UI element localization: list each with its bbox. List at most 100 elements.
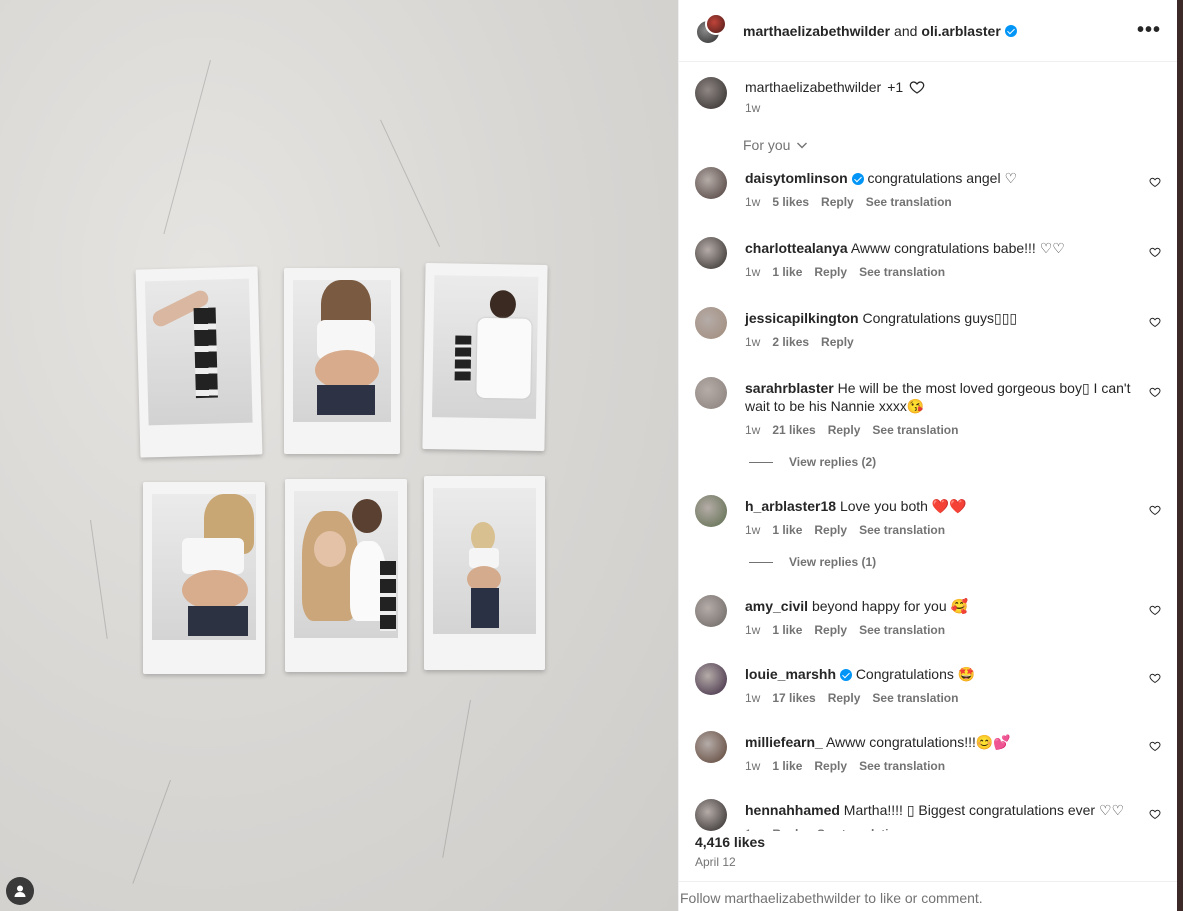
post-header: marthaelizabethwilder and oli.arblaster …: [679, 0, 1177, 62]
comment-likes[interactable]: 2 likes: [772, 335, 809, 349]
polaroid-3: [422, 262, 548, 452]
avatar[interactable]: [695, 731, 727, 763]
comment-likes[interactable]: 21 likes: [772, 423, 815, 437]
reply-button[interactable]: Reply: [772, 827, 805, 831]
comment-likes[interactable]: 1 like: [772, 623, 802, 637]
post-date[interactable]: April 12: [695, 855, 736, 869]
collab-avatars[interactable]: [695, 12, 727, 47]
comment-sort-dropdown[interactable]: For you: [743, 137, 1161, 153]
verified-badge-icon: [839, 669, 852, 682]
comment-username[interactable]: milliefearn_: [745, 734, 823, 750]
caption: marthaelizabethwilder +1 1w: [695, 77, 1161, 115]
avatar[interactable]: [695, 167, 727, 199]
like-comment-heart-icon[interactable]: [1149, 176, 1161, 188]
polaroid-5: [285, 479, 407, 672]
see-translation-button[interactable]: See translation: [859, 523, 945, 537]
like-comment-heart-icon[interactable]: [1149, 246, 1161, 258]
comment-text: beyond happy for you 🥰: [811, 598, 968, 614]
reply-button[interactable]: Reply: [828, 423, 861, 437]
avatar[interactable]: [695, 595, 727, 627]
view-replies-label[interactable]: View replies (1): [789, 555, 876, 569]
comments-container: daisytomlinson congratulations angel ♡ 1w…: [695, 167, 1161, 831]
background-edge: [1177, 0, 1183, 911]
heart-outline-icon: [909, 81, 925, 94]
reply-button[interactable]: Reply: [814, 523, 847, 537]
person-icon: [14, 885, 26, 897]
comment-username[interactable]: amy_civil: [745, 598, 808, 614]
comment-item: amy_civil beyond happy for you 🥰 1w 1 like…: [695, 595, 1161, 637]
comment-time: 1w: [745, 827, 760, 831]
comment-item: hennahhamed Martha!!!! ▯ Biggest congrat…: [695, 799, 1161, 831]
comment-time: 1w: [745, 335, 761, 349]
comment-username[interactable]: daisytomlinson: [745, 170, 848, 186]
see-translation-button[interactable]: See translation: [872, 691, 958, 705]
avatar[interactable]: [695, 495, 727, 527]
like-comment-heart-icon[interactable]: [1149, 386, 1161, 398]
author-2-link[interactable]: oli.arblaster: [921, 23, 1000, 39]
avatar[interactable]: [695, 663, 727, 695]
see-translation-button[interactable]: See translation: [872, 423, 958, 437]
avatar[interactable]: [695, 377, 727, 409]
reply-button[interactable]: Reply: [814, 623, 847, 637]
comment-username[interactable]: hennahhamed: [745, 802, 840, 818]
reply-button[interactable]: Reply: [814, 265, 847, 279]
comment-text: Awww congratulations babe!!! ♡♡: [850, 240, 1065, 256]
like-comment-heart-icon[interactable]: [1149, 504, 1161, 516]
authors-conjunction: and: [894, 22, 918, 39]
comment-text: Awww congratulations!!!😊💕: [825, 734, 1011, 750]
like-comment-heart-icon[interactable]: [1149, 316, 1161, 328]
comments-panel: marthaelizabethwilder and oli.arblaster …: [678, 0, 1177, 911]
comment-likes[interactable]: 5 likes: [772, 195, 809, 209]
post-authors: marthaelizabethwilder and oli.arblaster: [743, 23, 1137, 39]
comment-time: 1w: [745, 759, 761, 773]
comment-time: 1w: [745, 623, 761, 637]
avatar[interactable]: [695, 237, 727, 269]
comment-username[interactable]: sarahrblaster: [745, 380, 834, 396]
likes-count[interactable]: 4,416 likes: [695, 834, 765, 850]
comment-likes[interactable]: 1 like: [772, 523, 802, 537]
post-photo[interactable]: [0, 0, 678, 911]
comment-username[interactable]: h_arblaster18: [745, 498, 836, 514]
see-translation-button[interactable]: See translation: [859, 623, 945, 637]
see-translation-button[interactable]: See translation: [866, 195, 952, 209]
replies-divider: [749, 461, 773, 463]
comment-text: Martha!!!! ▯ Biggest congratulations eve…: [843, 802, 1125, 818]
comment-item: h_arblaster18 Love you both ❤️❤️ 1w 1 like…: [695, 495, 1161, 537]
reply-button[interactable]: Reply: [821, 335, 854, 349]
comment-username[interactable]: louie_marshh: [745, 666, 836, 682]
comment-time: 1w: [745, 265, 761, 279]
like-comment-heart-icon[interactable]: [1149, 808, 1161, 820]
like-comment-heart-icon[interactable]: [1149, 672, 1161, 684]
comment-likes[interactable]: 1 like: [772, 759, 802, 773]
verified-badge-icon: [1004, 24, 1017, 37]
reply-button[interactable]: Reply: [821, 195, 854, 209]
comment-text: Love you both ❤️❤️: [839, 498, 967, 514]
tagged-people-button[interactable]: [6, 877, 34, 905]
view-replies-button[interactable]: View replies (2): [749, 455, 1161, 469]
see-translation-button[interactable]: See translation: [859, 265, 945, 279]
author-1-link[interactable]: marthaelizabethwilder: [743, 23, 890, 39]
reply-button[interactable]: Reply: [814, 759, 847, 773]
comment-text: Congratulations 🤩: [855, 666, 976, 682]
comment-item: charlottealanya Awww congratulations bab…: [695, 237, 1161, 279]
comment-likes[interactable]: 1 like: [772, 265, 802, 279]
avatar[interactable]: [695, 799, 727, 831]
like-comment-heart-icon[interactable]: [1149, 740, 1161, 752]
see-translation-button[interactable]: See translation: [859, 759, 945, 773]
caption-suffix: +1: [887, 79, 904, 95]
comment-username[interactable]: jessicapilkington: [745, 310, 859, 326]
like-comment-heart-icon[interactable]: [1149, 604, 1161, 616]
comment-likes[interactable]: 17 likes: [772, 691, 815, 705]
comments-list[interactable]: marthaelizabethwilder +1 1w For you dais…: [679, 63, 1177, 831]
avatar[interactable]: [695, 307, 727, 339]
view-replies-button[interactable]: View replies (1): [749, 555, 1161, 569]
see-translation-button[interactable]: See translation: [817, 827, 903, 831]
caption-username[interactable]: marthaelizabethwilder: [745, 79, 881, 95]
comment-username[interactable]: charlottealanya: [745, 240, 848, 256]
comment-item: louie_marshh Congratulations 🤩 1w 17 likes…: [695, 663, 1161, 705]
view-replies-label[interactable]: View replies (2): [789, 455, 876, 469]
avatar[interactable]: [695, 77, 727, 109]
reply-button[interactable]: Reply: [828, 691, 861, 705]
polaroid-1: [135, 266, 263, 458]
more-options-icon[interactable]: •••: [1137, 19, 1161, 42]
